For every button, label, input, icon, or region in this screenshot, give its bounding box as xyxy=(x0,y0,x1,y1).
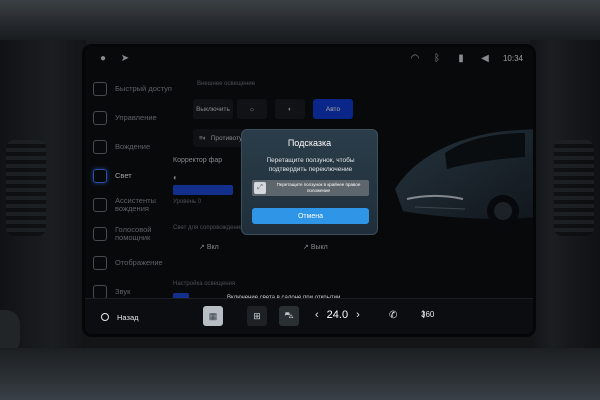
media-app-button[interactable]: ▦ xyxy=(203,306,223,326)
air-vent-left xyxy=(6,140,46,236)
apps-grid-button[interactable]: ⊞ xyxy=(247,306,267,326)
cancel-button[interactable]: Отмена xyxy=(252,208,369,224)
dialog-message: Перетащите ползунок, чтобы подтвердить п… xyxy=(266,157,355,173)
image-thumbnail-icon: ▦ xyxy=(208,310,218,321)
back-label: Назад xyxy=(117,312,139,322)
windshield-area xyxy=(0,0,600,48)
confirm-slider-handle[interactable]: ⤢ xyxy=(254,182,266,194)
car-icon: ⛍ xyxy=(284,310,294,320)
temperature-value: 24.0 xyxy=(326,309,349,321)
phone-icon[interactable]: ✆ xyxy=(389,310,397,321)
bottom-dock: Назад ▦ ⊞ ⛍ ‹ 24.0 › ✆ ⌇ 360 xyxy=(85,298,533,334)
back-button[interactable]: Назад xyxy=(101,307,139,327)
confirm-dialog: Подсказка Перетащите ползунок, чтобы под… xyxy=(241,129,378,235)
car-settings-button[interactable]: ⛍ xyxy=(279,306,299,326)
temperature-control: ‹ 24.0 › xyxy=(315,309,360,321)
air-vent-right xyxy=(554,140,594,236)
slider-hint: Перетащите ползунок в крайнее правое пол… xyxy=(276,182,361,193)
temp-down-chevron-icon[interactable]: ‹ xyxy=(315,309,319,321)
apps-grid-icon: ⊞ xyxy=(253,310,261,321)
confirm-slider-track[interactable]: ⤢ Перетащите ползунок в крайнее правое п… xyxy=(252,180,369,196)
dialog-title: Подсказка xyxy=(287,138,332,148)
fan-360-label: 360 xyxy=(421,310,435,319)
dashboard-bottom xyxy=(0,348,600,400)
slider-arrows-icon: ⤢ xyxy=(257,184,263,191)
temp-up-chevron-icon[interactable]: › xyxy=(356,309,360,321)
infotainment-screen: ● ➤ ◠ ᛒ ▮ ◀ 10:34 Быстрый доступ Управле… xyxy=(82,44,536,337)
home-circle-icon xyxy=(101,313,109,321)
